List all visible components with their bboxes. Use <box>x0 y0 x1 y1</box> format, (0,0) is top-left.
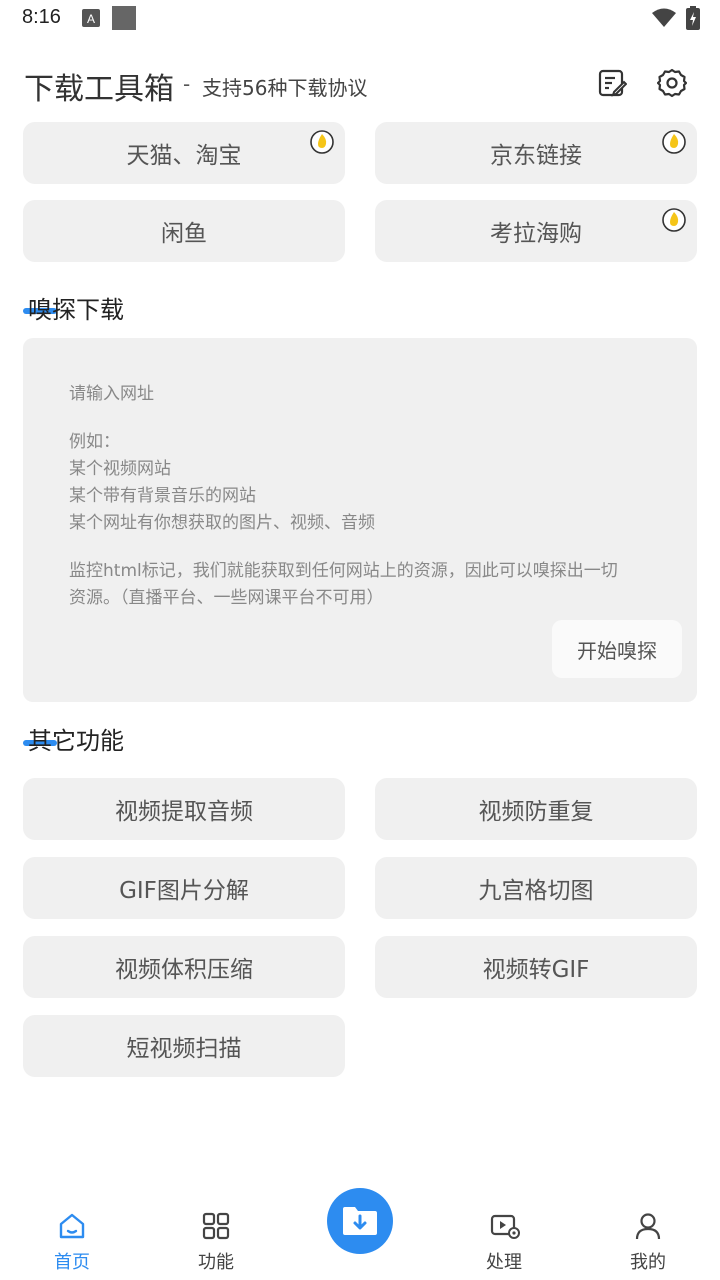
nav-label: 功能 <box>198 1252 234 1273</box>
button-label: 考拉海购 <box>490 221 582 247</box>
status-time: 8:16 <box>22 6 61 28</box>
extract-audio-button[interactable]: 视频提取音频 <box>23 778 345 840</box>
video-to-gif-button[interactable]: 视频转GIF <box>375 936 697 998</box>
app-title: 下载工具箱 <box>24 72 174 107</box>
button-label: 视频提取音频 <box>115 799 253 825</box>
button-label: 京东链接 <box>490 143 582 169</box>
video-compress-button[interactable]: 视频体积压缩 <box>23 936 345 998</box>
download-fab[interactable] <box>327 1188 393 1254</box>
grid-icon <box>202 1212 230 1240</box>
button-label: 视频转GIF <box>482 957 590 983</box>
other-section-title: 其它功能 <box>28 727 124 755</box>
video-dedup-button[interactable]: 视频防重复 <box>375 778 697 840</box>
nav-home[interactable]: 首页 <box>22 1190 122 1280</box>
nine-grid-cut-button[interactable]: 九宫格切图 <box>375 857 697 919</box>
notification-square-icon <box>112 6 136 30</box>
app-header: 下载工具箱 - 支持56种下载协议 <box>0 54 720 114</box>
nav-functions[interactable]: 功能 <box>166 1190 266 1280</box>
hot-badge-icon <box>310 130 334 154</box>
app-subtitle: 支持56种下载协议 <box>202 76 368 100</box>
example-item: 某个网址有你想获取的图片、视频、音频 <box>69 513 375 533</box>
short-video-scan-button[interactable]: 短视频扫描 <box>23 1015 345 1077</box>
title-separator: - <box>183 72 191 96</box>
xianyu-button[interactable]: 闲鱼 <box>23 200 345 262</box>
jd-link-button[interactable]: 京东链接 <box>375 122 697 184</box>
button-label: 视频防重复 <box>478 799 594 825</box>
settings-icon[interactable] <box>657 68 687 98</box>
bottom-nav: 首页 功能 处理 我的 <box>0 1188 720 1280</box>
keyboard-a-icon: A <box>82 9 100 27</box>
button-label: GIF图片分解 <box>119 878 249 904</box>
button-label: 短视频扫描 <box>126 1036 242 1062</box>
nav-profile[interactable]: 我的 <box>598 1190 698 1280</box>
sniff-section-title: 嗅探下载 <box>28 296 124 324</box>
nav-process[interactable]: 处理 <box>454 1190 554 1280</box>
button-label: 视频体积压缩 <box>115 957 253 983</box>
hot-badge-icon <box>662 130 686 154</box>
nav-label: 首页 <box>54 1252 90 1273</box>
example-item: 某个带有背景音乐的网站 <box>69 486 256 506</box>
button-label: 天猫、淘宝 <box>126 143 242 169</box>
home-icon <box>59 1213 85 1239</box>
start-sniff-button[interactable]: 开始嗅探 <box>552 620 682 678</box>
taobao-tmall-button[interactable]: 天猫、淘宝 <box>23 122 345 184</box>
nav-label: 我的 <box>630 1252 666 1273</box>
status-bar: 8:16 A <box>0 0 720 40</box>
sniff-url-input[interactable]: 请输入网址 例如： 某个视频网站 某个带有背景音乐的网站 某个网址有你想获取的图… <box>23 338 697 702</box>
url-placeholder: 请输入网址 <box>69 384 154 404</box>
download-folder-icon <box>343 1207 377 1235</box>
edit-note-icon[interactable] <box>597 68 627 98</box>
svg-text:A: A <box>87 12 95 26</box>
sniff-note: 资源。（直播平台、一些网课平台不可用） <box>69 588 384 608</box>
example-heading: 例如： <box>69 432 120 452</box>
button-label: 九宫格切图 <box>478 878 594 904</box>
kaola-button[interactable]: 考拉海购 <box>375 200 697 262</box>
video-process-icon <box>490 1214 520 1239</box>
wifi-icon <box>652 8 676 27</box>
nav-label: 处理 <box>486 1252 522 1273</box>
profile-icon <box>635 1213 661 1240</box>
gif-split-button[interactable]: GIF图片分解 <box>23 857 345 919</box>
button-label: 闲鱼 <box>161 221 207 247</box>
battery-icon <box>686 6 700 30</box>
example-item: 某个视频网站 <box>69 459 171 479</box>
hot-badge-icon <box>662 208 686 232</box>
sniff-note: 监控html标记，我们就能获取到任何网站上的资源，因此可以嗅探出一切 <box>69 561 618 581</box>
